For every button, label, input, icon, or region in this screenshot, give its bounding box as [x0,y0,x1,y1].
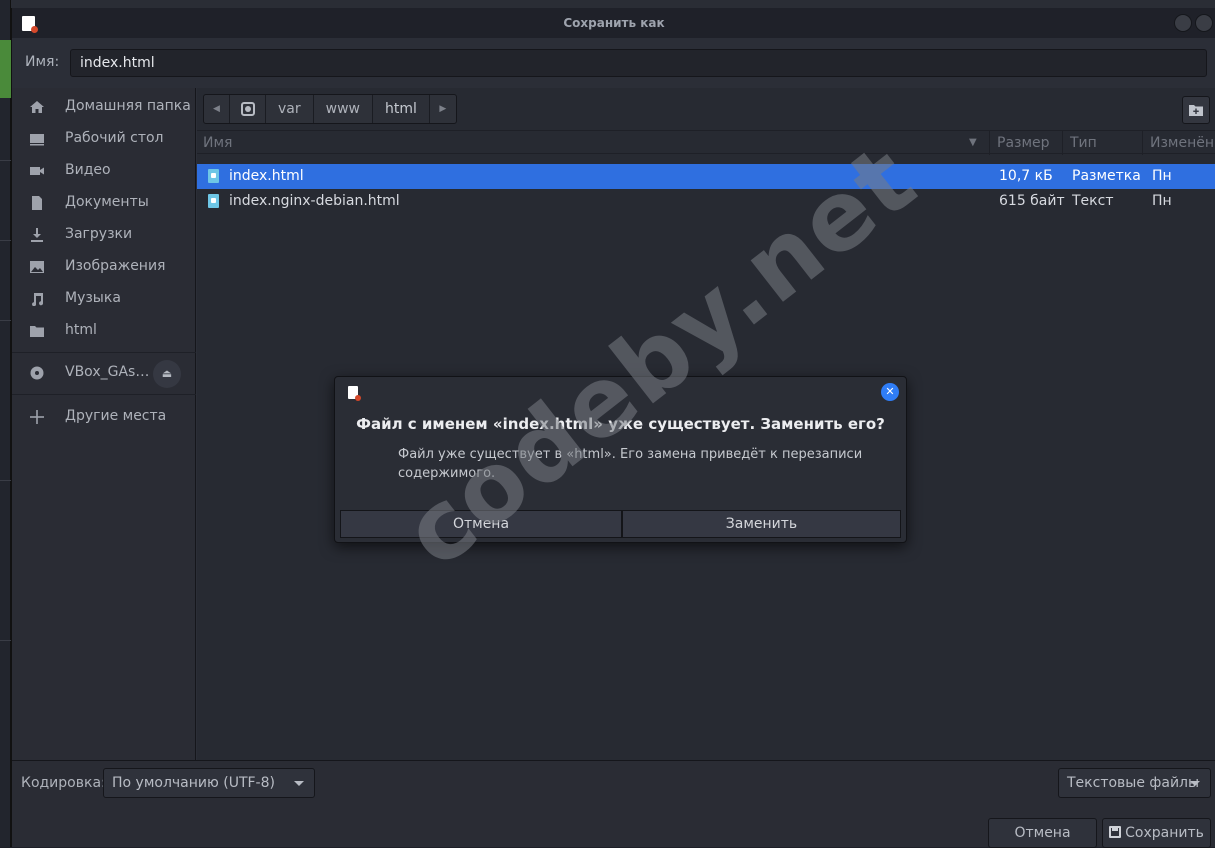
sidebar-item-label: Музыка [65,290,121,306]
sidebar-item-device[interactable]: VBox_GAs… ⏏ [12,358,196,388]
divider [989,131,990,155]
minimize-button[interactable] [1174,14,1192,32]
path-crumb-www[interactable]: www [314,95,373,123]
path-forward-button[interactable]: ▶ [430,95,456,123]
save-icon [1109,826,1122,838]
close-icon[interactable]: ✕ [881,383,899,401]
close-window-button[interactable] [1195,14,1213,32]
divider [0,320,11,321]
sidebar-item-label: Документы [65,194,149,210]
sidebar-item-label: Другие места [65,408,167,424]
drive-icon [240,102,255,116]
file-modified: Пн [1152,193,1172,209]
sidebar-item-downloads[interactable]: Загрузки [12,220,196,250]
encoding-select[interactable]: По умолчанию (UTF-8) [103,768,315,798]
divider [1142,131,1143,155]
path-root-button[interactable] [230,95,266,123]
file-size: 10,7 кБ [999,168,1053,184]
background-app-topbar [11,0,1215,8]
sidebar-item-images[interactable]: Изображения [12,252,196,282]
background-app-highlight [0,40,11,98]
sidebar-item-label: Домашняя папка [65,98,191,114]
path-back-button[interactable]: ◀ [204,95,230,123]
eject-button[interactable]: ⏏ [153,360,181,388]
dialog-message: Файл уже существует в «html». Его замена… [398,447,863,481]
text-editor-icon [348,386,361,401]
path-crumb-var[interactable]: var [266,95,314,123]
divider [0,240,11,241]
filename-input[interactable]: index.html [70,49,1207,77]
file-name: index.html [229,168,304,184]
download-icon [29,228,45,242]
sidebar-item-label: html [65,322,97,338]
file-filter-select[interactable]: Текстовые файлы [1058,768,1211,798]
image-icon [29,260,45,274]
column-header: Имя ▼ Размер Тип Изменён [197,130,1215,155]
divider [0,160,11,161]
disc-icon [29,366,45,380]
sidebar-item-desktop[interactable]: Рабочий стол [12,124,196,154]
folder-icon [29,324,45,338]
file-modified: Пн [1152,168,1172,184]
file-type: Разметка [1072,168,1141,184]
window-title: Сохранить как [563,16,665,30]
sidebar-item-label: Видео [65,162,111,178]
encoding-label: Кодировка: [21,775,106,791]
column-modified[interactable]: Изменён [1150,135,1214,151]
video-icon [29,164,45,178]
home-icon [29,100,45,114]
desktop-icon [29,132,45,146]
path-bar: ◀ var www html ▶ [203,94,457,124]
sidebar-item-label: Изображения [65,258,166,274]
sidebar-item-documents[interactable]: Документы [12,188,196,218]
filename-row: Имя: index.html [12,44,1215,84]
new-folder-icon [1189,104,1203,116]
file-name: index.nginx-debian.html [229,193,400,209]
column-name[interactable]: Имя [203,135,232,151]
path-crumb-html[interactable]: html [372,95,430,123]
column-size[interactable]: Размер [997,135,1050,151]
file-filter-value: Текстовые файлы [1067,775,1200,791]
html-file-icon [208,169,219,183]
replace-confirm-dialog: ✕ Файл с именем «index.html» уже существ… [334,376,907,543]
dialog-cancel-button[interactable]: Отмена [340,510,622,538]
titlebar: Сохранить как [12,8,1215,38]
sidebar-item-music[interactable]: Музыка [12,284,196,314]
sidebar-item-video[interactable]: Видео [12,156,196,186]
sidebar-item-label: VBox_GAs… [65,364,150,380]
plus-icon [29,410,45,424]
column-type[interactable]: Тип [1070,135,1097,151]
document-icon [29,196,45,210]
divider [1062,131,1063,155]
divider [0,640,11,641]
background-app-strip [0,0,11,847]
bottom-bar: Кодировка: По умолчанию (UTF-8) Текстовы… [12,760,1215,848]
save-button-label: Сохранить [1125,825,1204,841]
file-row[interactable]: index.html 10,7 кБ Разметка Пн [197,164,1215,189]
sidebar-separator [12,394,196,395]
file-size: 615 байт [999,193,1065,209]
sidebar-separator [12,352,196,353]
sidebar-item-home[interactable]: Домашняя папка [12,92,196,122]
music-icon [29,292,45,307]
sidebar-item-other-places[interactable]: Другие места [12,402,196,432]
file-type: Текст [1072,193,1114,209]
sort-arrow-icon: ▼ [969,137,977,148]
encoding-value: По умолчанию (UTF-8) [112,775,275,791]
filename-label: Имя: [25,54,60,70]
chevron-down-icon [1190,781,1200,786]
save-button[interactable]: Сохранить [1102,818,1211,848]
new-folder-button[interactable] [1182,96,1210,124]
sidebar-item-label: Загрузки [65,226,133,242]
html-file-icon [208,194,219,208]
dialog-replace-button[interactable]: Заменить [622,510,901,538]
dialog-title: Файл с именем «index.html» уже существуе… [356,415,885,433]
sidebar-item-html[interactable]: html [12,316,196,346]
file-row[interactable]: index.nginx-debian.html 615 байт Текст П… [197,189,1215,214]
cancel-button[interactable]: Отмена [988,818,1097,848]
divider [0,480,11,481]
chevron-down-icon [294,781,304,786]
sidebar-item-label: Рабочий стол [65,130,164,146]
places-sidebar: Домашняя папка Рабочий стол Видео Докуме… [12,88,196,760]
